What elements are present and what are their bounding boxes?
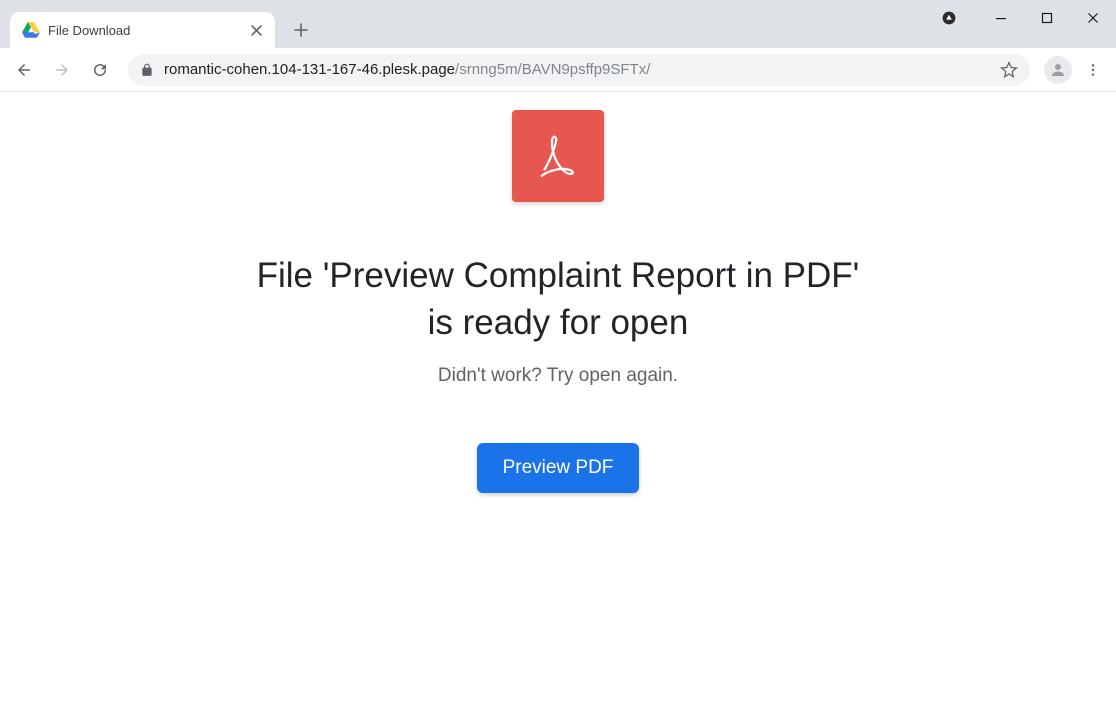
window-controls	[926, 0, 1116, 36]
heading-line-1: File 'Preview Complaint Report in PDF'	[257, 256, 860, 295]
profile-avatar[interactable]	[1044, 56, 1072, 84]
back-button[interactable]	[6, 52, 42, 88]
maximize-button[interactable]	[1024, 2, 1070, 34]
address-bar[interactable]: romantic-cohen.104-131-167-46.plesk.page…	[128, 54, 1030, 86]
tab-title: File Download	[48, 23, 239, 38]
close-tab-button[interactable]	[247, 21, 265, 39]
sub-message: Didn't work? Try open again.	[438, 365, 678, 387]
page-heading: File 'Preview Complaint Report in PDF' i…	[257, 252, 860, 347]
browser-tab[interactable]: File Download	[10, 12, 275, 48]
preview-pdf-button[interactable]: Preview PDF	[477, 443, 640, 493]
minimize-button[interactable]	[978, 2, 1024, 34]
new-tab-button[interactable]	[287, 16, 315, 44]
google-drive-icon	[22, 22, 40, 38]
bookmark-star-icon[interactable]	[1000, 61, 1018, 79]
reload-button[interactable]	[82, 52, 118, 88]
url-host: romantic-cohen.104-131-167-46.plesk.page	[164, 61, 455, 78]
acrobat-icon	[512, 110, 604, 202]
extension-icon[interactable]	[926, 2, 972, 34]
url-text: romantic-cohen.104-131-167-46.plesk.page…	[164, 61, 650, 78]
lock-icon	[140, 63, 154, 77]
browser-menu-button[interactable]	[1078, 55, 1108, 85]
close-window-button[interactable]	[1070, 2, 1116, 34]
url-path: /srnng5m/BAVN9psffp9SFTx/	[455, 61, 650, 78]
browser-toolbar: romantic-cohen.104-131-167-46.plesk.page…	[0, 48, 1116, 92]
page-content: File 'Preview Complaint Report in PDF' i…	[0, 92, 1116, 493]
window-titlebar: File Download	[0, 0, 1116, 48]
forward-button[interactable]	[44, 52, 80, 88]
heading-line-2: is ready for open	[428, 303, 689, 342]
